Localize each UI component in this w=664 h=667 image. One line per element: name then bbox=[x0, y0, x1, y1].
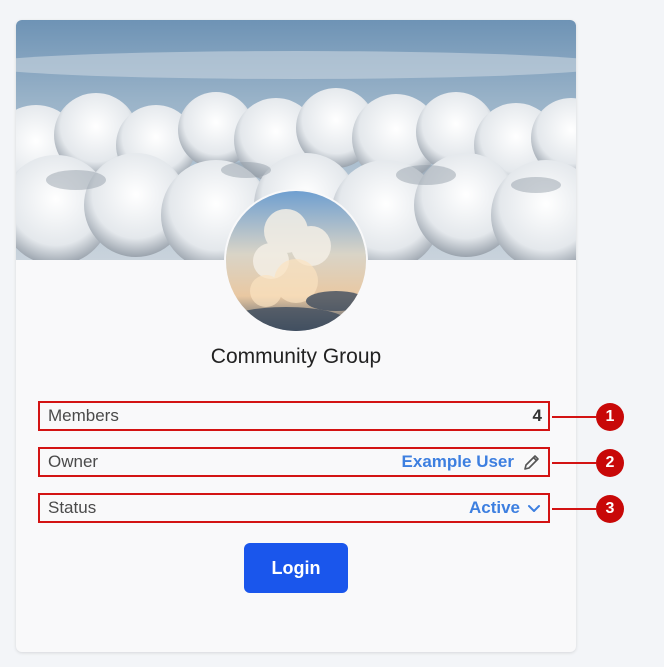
login-button[interactable]: Login bbox=[244, 543, 348, 593]
group-name: Community Group bbox=[210, 345, 382, 368]
chevron-down-icon[interactable] bbox=[526, 500, 542, 516]
annotation-connector bbox=[552, 416, 596, 418]
status-dropdown[interactable]: Active bbox=[469, 498, 542, 518]
status-value[interactable]: Active bbox=[469, 498, 520, 518]
owner-label: Owner bbox=[48, 452, 99, 471]
group-card: Community Group Members 4 Owner Example … bbox=[16, 20, 576, 652]
annotation-connector bbox=[552, 508, 596, 510]
members-count: 4 bbox=[532, 406, 542, 425]
members-row: Members 4 bbox=[38, 401, 550, 431]
annotation-connector bbox=[552, 462, 596, 464]
annotation-badge: 3 bbox=[596, 495, 624, 523]
pencil-icon[interactable] bbox=[522, 452, 542, 472]
status-row: Status Active bbox=[38, 493, 550, 523]
owner-row: Owner Example User bbox=[38, 447, 550, 477]
group-avatar bbox=[226, 191, 366, 331]
annotation-badge: 1 bbox=[596, 403, 624, 431]
owner-link[interactable]: Example User bbox=[402, 452, 514, 472]
members-label: Members bbox=[48, 406, 119, 425]
annotation-badge: 2 bbox=[596, 449, 624, 477]
status-label: Status bbox=[48, 498, 97, 517]
